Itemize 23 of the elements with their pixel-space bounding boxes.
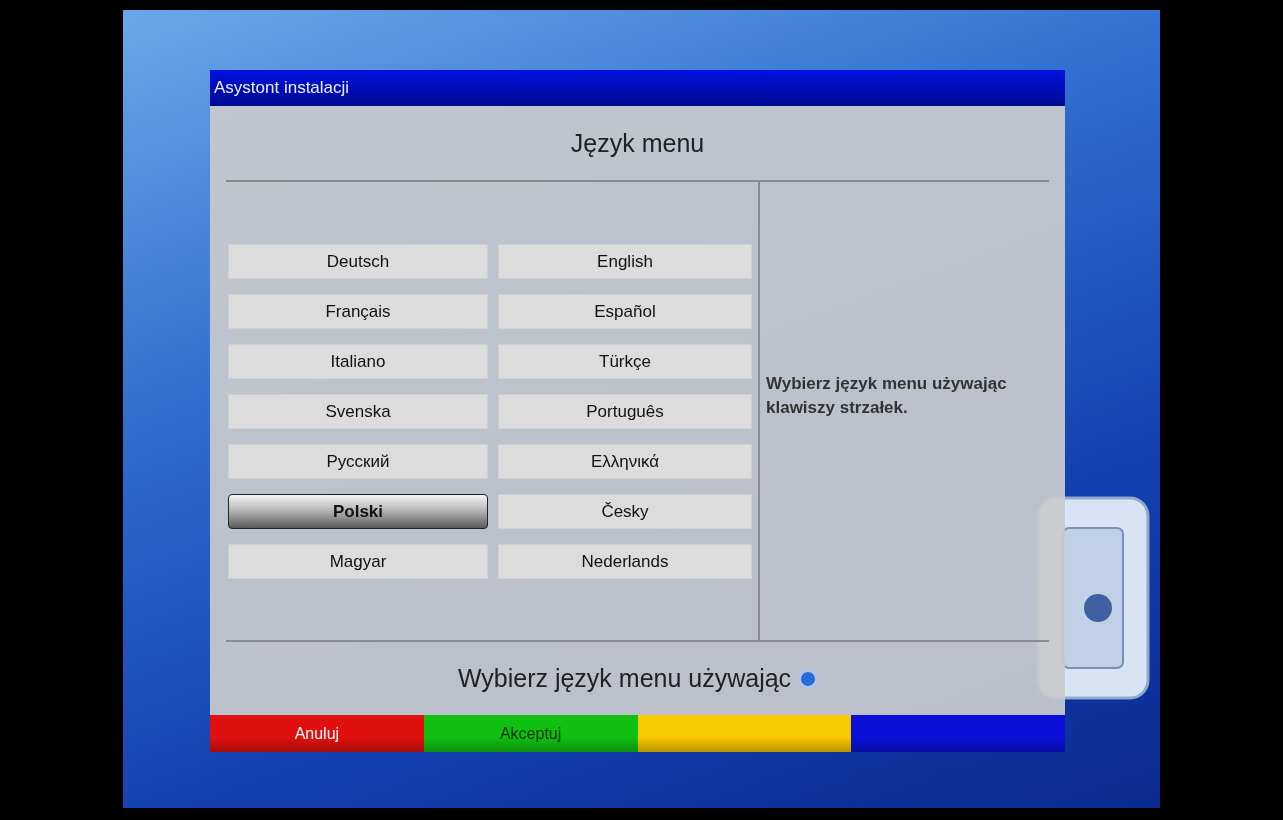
language-option[interactable]: Nederlands xyxy=(498,544,752,579)
language-option[interactable]: Svenska xyxy=(228,394,488,429)
window-title: Asystont instalacji xyxy=(210,70,1065,106)
language-option[interactable]: Français xyxy=(228,294,488,329)
heading: Język menu xyxy=(569,127,706,159)
hint-text: Wybierz język menu używając xyxy=(457,664,792,693)
language-option[interactable]: Ελληνικά xyxy=(498,444,752,479)
language-option[interactable]: Português xyxy=(498,394,752,429)
language-option[interactable]: Español xyxy=(498,294,752,329)
help-text: Wybierz język menu używając klawiszy strzałek. xyxy=(766,373,1008,419)
language-option[interactable]: Русский xyxy=(228,444,488,479)
color-key-button[interactable]: Akceptuj xyxy=(423,715,638,752)
language-option[interactable]: Česky xyxy=(498,494,752,529)
color-key-button[interactable]: Anuluj xyxy=(210,715,424,752)
color-key-button[interactable] xyxy=(637,715,852,752)
language-option[interactable]: Deutsch xyxy=(228,244,488,279)
language-option[interactable]: Polski xyxy=(228,494,488,529)
color-key-button[interactable] xyxy=(851,715,1065,752)
ok-button-icon xyxy=(799,669,818,688)
language-option[interactable]: Italiano xyxy=(228,344,488,379)
language-option[interactable]: Magyar xyxy=(228,544,488,579)
language-option[interactable]: English xyxy=(498,244,752,279)
language-option[interactable]: Türkçe xyxy=(498,344,752,379)
